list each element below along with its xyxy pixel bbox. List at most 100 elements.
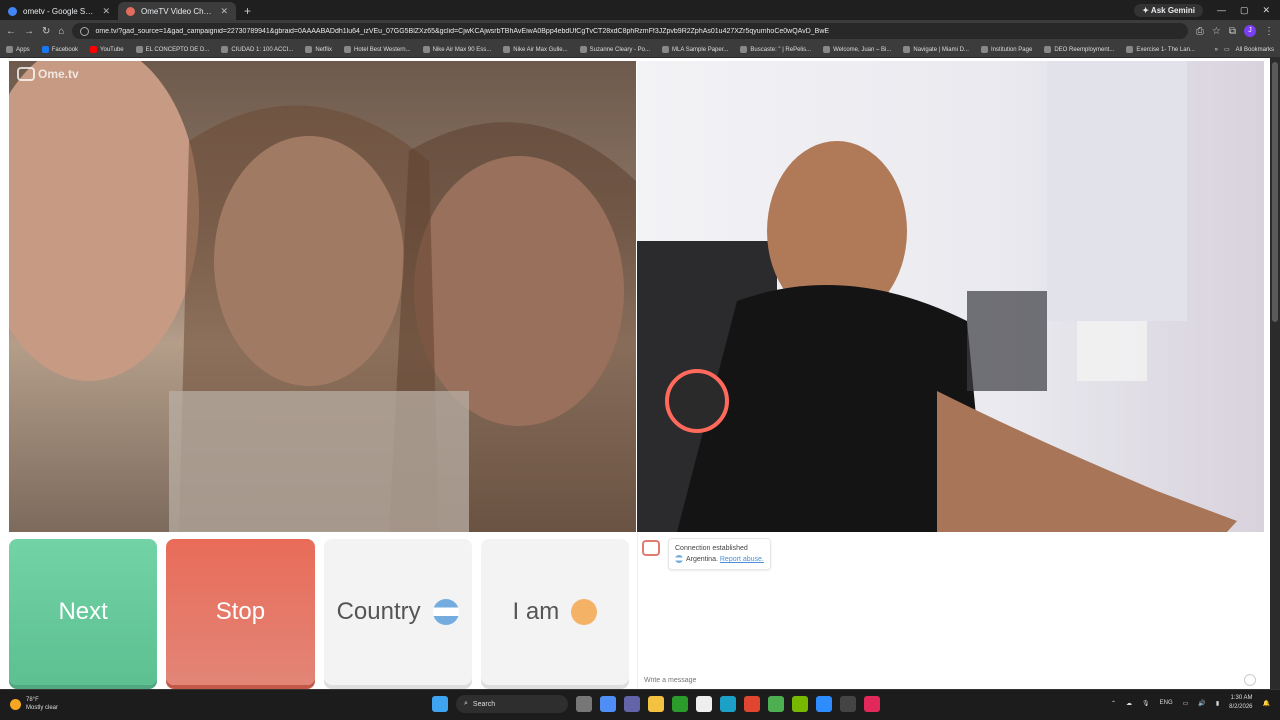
battery-icon[interactable]: ▮ (1216, 700, 1219, 707)
bookmark-label: CIUDAD 1: 100 ACCI... (231, 46, 294, 53)
chevron-up-icon[interactable]: ⌃ (1111, 700, 1116, 707)
next-button[interactable]: Next (9, 539, 158, 685)
country-button[interactable]: Country (323, 539, 472, 685)
bookmark-youtube[interactable]: YouTube (90, 46, 124, 53)
steam-icon[interactable] (840, 696, 856, 712)
language-indicator[interactable]: ENG (1160, 700, 1173, 706)
taskbar-search[interactable]: ⌕ Search (456, 695, 568, 713)
url-text: ome.tv/?gad_source=1&gad_campaignid=2273… (95, 27, 830, 35)
menu-icon[interactable]: ⋮ (1264, 26, 1274, 37)
tab-title: ometv - Google Search (23, 6, 96, 16)
onedrive-icon[interactable]: ☁ (1126, 700, 1132, 707)
close-icon[interactable]: ✕ (220, 6, 228, 17)
bookmark-label: Nike Air Max Gulle... (513, 46, 568, 53)
bookmark-facebook[interactable]: Facebook (41, 46, 79, 53)
bookmark-item[interactable]: MLA Sample Paper... (662, 46, 728, 53)
bookmark-item[interactable]: EL CONCEPTO DE D... (135, 46, 209, 53)
message-input[interactable] (644, 673, 1254, 687)
install-icon[interactable]: ⎙ (1196, 26, 1204, 37)
clock[interactable]: 1:30 AM 8/2/2026 (1229, 694, 1252, 712)
notification-icon[interactable]: 🔔 (1263, 700, 1270, 707)
file-explorer-icon[interactable] (648, 696, 664, 712)
address-bar[interactable]: ome.tv/?gad_source=1&gad_campaignid=2273… (72, 23, 1188, 39)
browser-toolbar: ← → ↻ ⌂ ome.tv/?gad_source=1&gad_campaig… (0, 20, 1280, 42)
stop-label: Stop (215, 598, 266, 625)
xbox-icon[interactable] (672, 696, 688, 712)
bookmark-label: Suzanne Cleary - Po... (589, 46, 651, 53)
volume-icon[interactable]: 🔊 (1198, 700, 1205, 707)
bookmark-icon (579, 46, 587, 53)
site-info-icon[interactable] (80, 26, 90, 36)
back-icon[interactable]: ← (6, 26, 16, 37)
bookmark-label: Institution Page (990, 46, 1033, 53)
page-scrollbar[interactable] (1270, 58, 1280, 689)
bookmark-item[interactable]: CIUDAD 1: 100 ACCI... (221, 46, 293, 53)
bookmark-apps[interactable]: Apps (6, 46, 30, 53)
zoom-icon[interactable] (816, 696, 832, 712)
nvidia-icon[interactable] (792, 696, 808, 712)
stop-button[interactable]: Stop (166, 539, 315, 685)
close-window-icon[interactable]: ✕ (1262, 5, 1270, 16)
report-abuse-link[interactable]: Report abuse. (720, 556, 764, 563)
chrome-icon[interactable] (744, 696, 760, 712)
profile-avatar[interactable]: J (1244, 25, 1256, 37)
extensions-icon[interactable]: ⧉ (1229, 26, 1236, 37)
windows-start-icon[interactable] (432, 696, 448, 712)
bookmark-item[interactable]: Exercise 1- The Lan... (1126, 46, 1195, 53)
windows-taskbar: 78°F Mostly clear ⌕ Search ⌃ ☁ 🎙 ENG ▭ 🔊 … (0, 689, 1280, 720)
stranger-video-frame (9, 61, 636, 532)
bookmark-item[interactable]: Navigate | Miami D... (903, 46, 969, 53)
bookmark-item[interactable]: Nike Air Max 90 Ess... (422, 46, 492, 53)
maximize-icon[interactable]: ▢ (1240, 5, 1249, 16)
ometv-icon (126, 6, 135, 16)
search-icon: ⌕ (464, 700, 468, 707)
network-icon[interactable]: ▭ (1183, 700, 1189, 707)
bookmark-item[interactable]: Hotel Best Western... (344, 46, 411, 53)
window-controls: ✦ Ask Gemini — ▢ ✕ (1134, 0, 1280, 20)
bookmark-icon (135, 46, 143, 53)
bookmark-item[interactable]: Buscaste: " | RePelis... (740, 46, 811, 53)
task-view-icon[interactable] (576, 696, 592, 712)
bookmark-item[interactable]: Institution Page (980, 46, 1033, 53)
weather-icon (10, 698, 21, 710)
close-icon[interactable]: ✕ (102, 6, 110, 17)
tiktok-icon[interactable] (864, 696, 880, 712)
app-icon[interactable] (768, 696, 784, 712)
all-bookmarks[interactable]: » ▭ All Bookmarks (1215, 46, 1274, 54)
teams-icon[interactable] (624, 696, 640, 712)
tab-google-search[interactable]: ometv - Google Search ✕ (0, 2, 118, 20)
bookmark-item[interactable]: Nike Air Max Gulle... (503, 46, 568, 53)
notepad-icon[interactable] (696, 696, 712, 712)
bookmark-item[interactable]: DEO Reemployment... (1044, 46, 1114, 53)
reload-icon[interactable]: ↻ (42, 26, 50, 37)
bookmark-star-icon[interactable]: ☆ (1212, 26, 1221, 37)
chevron-right-icon[interactable]: » (1215, 47, 1218, 53)
weather-widget[interactable]: 78°F Mostly clear (10, 696, 58, 712)
scrollbar-thumb[interactable] (1272, 62, 1278, 322)
edge-icon[interactable] (720, 696, 736, 712)
forward-icon[interactable]: → (24, 26, 34, 37)
iam-label: I am (512, 598, 560, 625)
bookmark-label: DEO Reemployment... (1054, 46, 1115, 53)
emoji-picker-icon[interactable] (1244, 674, 1256, 686)
microphone-icon[interactable]: 🎙 (1142, 700, 1150, 707)
new-tab-button[interactable]: + (236, 2, 259, 20)
bookmark-icon (422, 46, 430, 53)
copilot-icon[interactable] (600, 696, 616, 712)
system-tray: ⌃ ☁ 🎙 ENG ▭ 🔊 ▮ 1:30 AM 8/2/2026 🔔 (1111, 694, 1270, 712)
chat-controls: Next Stop Country I am (9, 539, 629, 687)
bookmark-label: Nike Air Max 90 Ess... (432, 46, 492, 53)
connection-status: Connection established (675, 545, 748, 552)
bookmark-netflix[interactable]: Netflix (305, 46, 332, 53)
bookmark-label: Facebook (51, 46, 79, 53)
bookmark-icon (344, 46, 352, 53)
home-icon[interactable]: ⌂ (58, 26, 64, 37)
logo-text: Ome.tv (38, 67, 79, 81)
tab-ometv[interactable]: OmeTV Video Chat — Ome ✕ (118, 2, 236, 20)
ask-gemini-button[interactable]: ✦ Ask Gemini (1134, 3, 1203, 17)
minimize-icon[interactable]: — (1217, 5, 1226, 15)
bookmark-item[interactable]: Welcome, Juan – Bi... (823, 46, 891, 53)
gender-button[interactable]: I am (480, 539, 629, 685)
bookmarks-bar: Apps Facebook YouTube EL CONCEPTO DE D..… (0, 42, 1280, 58)
bookmark-item[interactable]: Suzanne Cleary - Po... (579, 46, 651, 53)
